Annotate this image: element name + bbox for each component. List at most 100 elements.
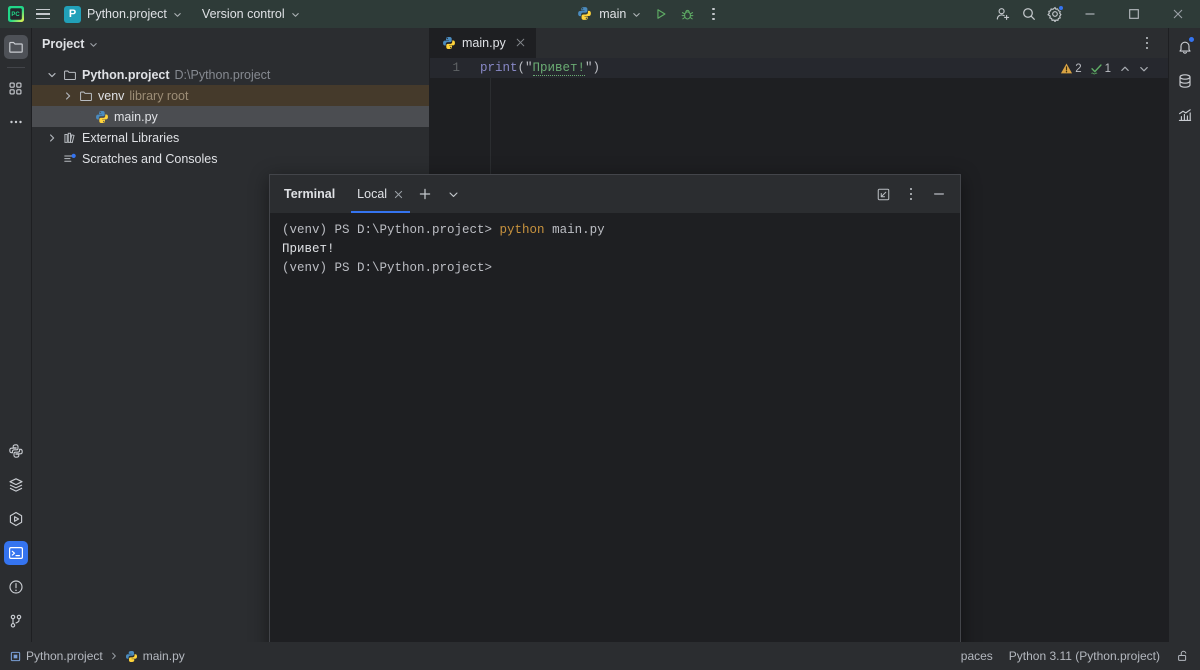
maximize-window-button[interactable] [1112,0,1156,28]
module-icon [10,651,21,662]
terminal-tab-options-button[interactable] [440,182,466,206]
pycharm-logo: PC [8,6,24,22]
sidebar-item-python-packages[interactable] [4,473,28,497]
search-everywhere-button[interactable] [1016,2,1042,26]
run-configuration-selector[interactable]: main [570,3,648,25]
tree-node-label: venv [98,88,125,103]
terminal-prompt: (venv) PS D:\Python.project> [282,223,500,237]
main-toolbar: PC P Python.project Version control main [0,0,1200,28]
version-control-label: Version control [201,7,285,21]
code-token-print: print [480,61,518,75]
tree-node-project-root[interactable]: Python.project D:\Python.project [32,64,429,85]
interpreter-widget[interactable]: Python 3.11 (Python.project) [1009,649,1160,663]
sidebar-item-structure[interactable] [4,76,28,100]
terminal-options-button[interactable] [898,182,924,206]
chevron-right-icon [109,651,119,661]
chevron-down-icon[interactable] [89,40,98,49]
chevron-down-icon [632,10,641,19]
next-highlight-button[interactable] [1138,63,1150,75]
editor-tab-bar: main.py [430,28,1168,58]
inspection-widget[interactable]: 2 1 [1060,62,1150,75]
python-icon [125,650,138,663]
right-tool-rail [1168,28,1200,642]
account-button[interactable] [990,2,1016,26]
warning-triangle-icon [1060,62,1073,75]
ok-count-group[interactable]: 1 [1090,62,1111,75]
breadcrumb-file[interactable]: main.py [125,649,185,663]
status-bar-right: paces Python 3.11 (Python.project) [961,649,1200,663]
toolbar-left-group: PC P Python.project Version control [0,0,307,28]
sidebar-item-problems[interactable] [4,575,28,599]
editor-options-button[interactable] [1134,31,1160,55]
editor-tab-actions [1134,28,1168,58]
tree-node-label: main.py [114,109,158,124]
project-panel-header: Project [32,28,429,60]
line-number: 1 [452,61,460,75]
notifications-button[interactable] [1173,35,1197,59]
library-icon [63,131,77,145]
more-actions-button[interactable] [700,2,726,26]
sidebar-item-run[interactable] [4,507,28,531]
profiler-button[interactable] [1173,103,1197,127]
terminal-output[interactable]: (venv) PS D:\Python.project> python main… [270,213,960,662]
chevron-right-icon[interactable] [46,132,58,144]
editor-tab-main-py[interactable]: main.py [430,28,536,58]
sidebar-item-version-control[interactable] [4,609,28,633]
sidebar-item-more-tool-windows[interactable] [4,110,28,134]
run-button[interactable] [648,2,674,26]
tree-node-main-py[interactable]: main.py [32,106,429,127]
editor-tab-label: main.py [462,36,506,50]
tree-node-label: Python.project [82,67,170,82]
project-tree: Python.project D:\Python.project venv li… [32,60,429,169]
project-widget[interactable]: P Python.project [60,3,189,25]
terminal-tab-label: Local [357,187,388,201]
main-menu-button[interactable] [32,3,54,25]
sidebar-item-project[interactable] [3,35,28,59]
sidebar-item-python-console[interactable] [4,439,28,463]
previous-highlight-button[interactable] [1119,63,1131,75]
indent-widget[interactable]: paces [961,649,993,663]
unlocked-icon[interactable] [1176,649,1190,663]
code-line-1[interactable]: 1 print("Привет!") [430,58,1168,78]
terminal-line-prompt: (venv) PS D:\Python.project> [282,261,493,275]
tree-node-venv[interactable]: venv library root [32,85,429,106]
sidebar-item-terminal[interactable] [3,541,28,565]
checkmark-icon [1090,62,1103,75]
breadcrumb: Python.project main.py [0,649,185,663]
close-icon[interactable] [515,37,528,50]
warning-count-group[interactable]: 2 [1060,62,1082,75]
version-control-widget[interactable]: Version control [195,3,307,25]
terminal-tab-local[interactable]: Local [351,175,410,213]
scratches-icon [63,152,77,166]
chevron-right-icon[interactable] [62,90,74,102]
breadcrumb-file-label: main.py [142,649,185,663]
close-window-button[interactable] [1156,0,1200,28]
rail-divider [6,67,25,68]
close-icon[interactable] [393,189,404,200]
move-to-editor-button[interactable] [870,182,896,206]
breadcrumb-project[interactable]: Python.project [10,649,103,663]
tree-node-hint: library root [129,88,189,103]
new-terminal-tab-button[interactable] [412,182,438,206]
code-content: print("Привет!") [470,58,600,78]
terminal-line-output: Привет! [282,242,335,256]
folder-icon [79,89,93,103]
tree-node-external-libraries[interactable]: External Libraries [32,127,429,148]
code-token-open-paren: (" [517,61,533,75]
debug-button[interactable] [674,2,700,26]
project-badge: P [64,5,81,23]
left-tool-rail [0,28,32,642]
pycharm-window: PC P Python.project Version control main… [0,0,1200,670]
minimize-terminal-button[interactable] [926,182,952,206]
minimize-window-button[interactable] [1068,0,1112,28]
svg-text:PC: PC [11,12,20,18]
python-icon [442,36,456,50]
project-panel-title: Project [42,37,85,51]
terminal-command-arg: main.py [544,223,605,237]
code-token-string: Привет! [532,61,586,76]
ok-count: 1 [1104,62,1111,75]
database-button[interactable] [1173,69,1197,93]
chevron-down-icon[interactable] [46,69,58,81]
settings-button[interactable] [1042,2,1068,26]
tree-node-scratches-and-consoles[interactable]: Scratches and Consoles [32,148,429,169]
